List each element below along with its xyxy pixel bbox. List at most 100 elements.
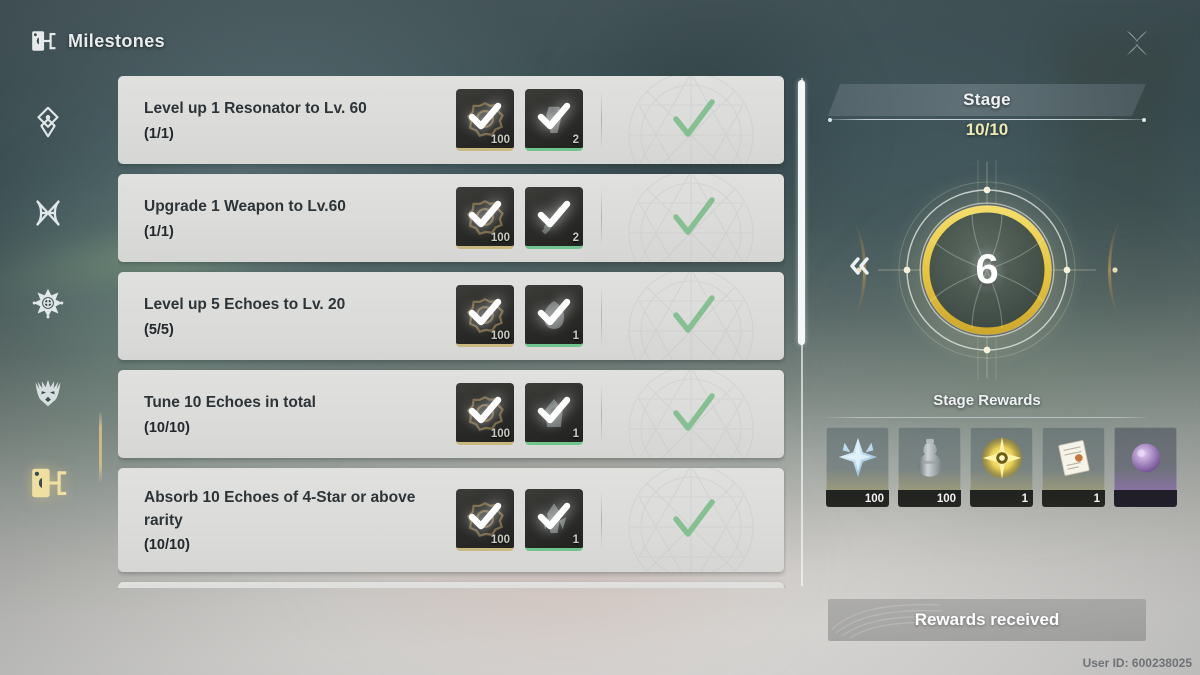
stage-reward-art — [1042, 430, 1105, 486]
claimed-check-icon — [468, 103, 502, 130]
stage-reward-item[interactable]: 100 — [826, 427, 889, 507]
task-list[interactable]: Level up 1 Resonator to Lv. 60 (1/1) 100 … — [118, 76, 786, 588]
claimed-check-icon — [468, 299, 502, 326]
task-reward-list: 100 2 — [456, 89, 583, 151]
stage-reward-item[interactable] — [1114, 427, 1177, 507]
task-card[interactable]: Level up 5 Echoes to Lv. 20 (5/5) 100 1 — [118, 272, 784, 360]
task-card-content: Level up 5 Echoes to Lv. 20 (5/5) 100 1 — [118, 272, 784, 360]
task-title: Tune 10 Echoes in total — [144, 394, 316, 412]
task-card[interactable] — [118, 582, 784, 588]
header-bar: Milestones — [0, 0, 1200, 88]
task-reward-list: 100 1 — [456, 383, 583, 445]
task-reward-quantity: 2 — [572, 232, 579, 244]
stage-prev-button[interactable] — [838, 245, 880, 287]
stage-count: 10/10 — [965, 120, 1009, 139]
stage-reward-quantity: 1 — [1021, 492, 1028, 505]
task-complete-check-icon — [673, 393, 715, 431]
compass-star-icon — [32, 288, 63, 319]
task-progress: (1/1) — [144, 125, 174, 142]
sidebar-item-milestones[interactable] — [0, 438, 95, 528]
task-reward-item[interactable]: 100 — [456, 383, 514, 445]
task-title: Level up 5 Echoes to Lv. 20 — [144, 296, 346, 314]
milestones-icon — [32, 31, 56, 51]
task-complete-check-icon — [673, 197, 715, 235]
task-card-content: Upgrade 1 Weapon to Lv.60 (1/1) 100 2 — [118, 174, 784, 262]
task-reward-list: 100 1 — [456, 285, 583, 347]
stage-reward-art — [1114, 430, 1177, 486]
task-reward-quantity: 100 — [490, 534, 510, 546]
stage-rewards-list[interactable]: 100 100 1 1 — [826, 427, 1200, 513]
task-card[interactable]: Upgrade 1 Weapon to Lv.60 (1/1) 100 2 — [118, 174, 784, 262]
sidebar-item-exploration[interactable] — [0, 258, 95, 348]
stage-reward-art — [970, 430, 1033, 486]
stage-reward-item[interactable]: 1 — [1042, 427, 1105, 507]
task-progress: (10/10) — [144, 536, 190, 553]
task-reward-quantity: 100 — [490, 134, 510, 146]
task-reward-item[interactable]: 100 — [456, 187, 514, 249]
close-button[interactable] — [1116, 22, 1158, 64]
task-status-badge — [602, 192, 784, 244]
task-reward-item[interactable]: 1 — [525, 489, 583, 551]
task-reward-item[interactable]: 1 — [525, 285, 583, 347]
claimed-check-icon — [537, 397, 571, 424]
close-icon — [1126, 30, 1148, 56]
sidebar-rail — [0, 78, 95, 638]
task-complete-check-icon — [673, 99, 715, 137]
task-reward-item[interactable]: 1 — [525, 383, 583, 445]
task-reward-item[interactable]: 100 — [456, 89, 514, 151]
task-reward-quantity: 1 — [572, 428, 579, 440]
claimed-check-icon — [537, 299, 571, 326]
stage-rewards-divider — [828, 417, 1146, 418]
claimed-check-icon — [468, 201, 502, 228]
task-text-column: Level up 5 Echoes to Lv. 20 (5/5) — [144, 294, 444, 337]
astrite-star-icon — [838, 437, 877, 478]
task-reward-list: 100 2 — [456, 187, 583, 249]
sidebar-item-quests[interactable] — [0, 78, 95, 168]
task-reward-quantity: 100 — [490, 428, 510, 440]
stage-reward-item[interactable]: 1 — [970, 427, 1033, 507]
task-text-column: Upgrade 1 Weapon to Lv.60 (1/1) — [144, 196, 444, 239]
purple-orb-icon — [1131, 443, 1160, 473]
stage-rewards-title: Stage Rewards — [933, 392, 1041, 409]
task-card-content: Absorb 10 Echoes of 4-Star or above rari… — [118, 468, 784, 572]
double-chevron-left-icon — [850, 257, 869, 275]
task-title: Upgrade 1 Weapon to Lv.60 — [144, 198, 346, 216]
claimed-check-icon — [537, 503, 571, 530]
stage-reward-quantity: 100 — [936, 492, 956, 505]
task-reward-item[interactable]: 100 — [456, 285, 514, 347]
task-reward-list: 100 1 — [456, 489, 583, 551]
task-reward-item[interactable]: 100 — [456, 489, 514, 551]
crossed-blades-icon — [35, 200, 60, 226]
stage-reward-qty-bar: 100 — [898, 490, 961, 507]
task-reward-item[interactable]: 2 — [525, 89, 583, 151]
user-id-text: User ID: 600238025 — [1082, 656, 1192, 670]
sidebar-item-combat[interactable] — [0, 168, 95, 258]
task-card[interactable]: Tune 10 Echoes in total (10/10) 100 1 — [118, 370, 784, 458]
stage-reward-art — [898, 430, 961, 486]
gourd-flask-icon — [917, 438, 942, 477]
task-card-content: Tune 10 Echoes in total (10/10) 100 1 — [118, 370, 784, 458]
claimed-check-icon — [468, 397, 502, 424]
milestones-screen: Milestones Level up 1 Resonator to Lv. 6… — [0, 0, 1200, 675]
task-status-badge — [602, 290, 784, 342]
page-title-text: Milestones — [68, 30, 166, 51]
task-reward-quantity: 1 — [572, 534, 579, 546]
rewards-received-button[interactable]: Rewards received — [828, 599, 1146, 641]
sun-burst-icon — [981, 436, 1022, 480]
task-text-column: Level up 1 Resonator to Lv. 60 (1/1) — [144, 98, 444, 141]
stage-reward-item[interactable]: 100 — [898, 427, 961, 507]
task-text-column: Absorb 10 Echoes of 4-Star or above rari… — [144, 487, 444, 553]
task-list-scroll-thumb[interactable] — [798, 80, 805, 345]
stage-banner: Stage — [828, 84, 1146, 116]
task-card[interactable]: Level up 1 Resonator to Lv. 60 (1/1) 100 … — [118, 76, 784, 164]
stage-reward-qty-bar — [1114, 490, 1177, 507]
task-reward-quantity: 100 — [490, 330, 510, 342]
sidebar-item-bestiary[interactable] — [0, 348, 95, 438]
demon-mask-icon — [35, 379, 60, 407]
task-reward-item[interactable]: 2 — [525, 187, 583, 249]
task-title: Level up 1 Resonator to Lv. 60 — [144, 100, 367, 118]
task-progress: (10/10) — [144, 419, 190, 436]
stage-panel: Stage 10/10 6 Stage Rewards 100 100 1 1 … — [820, 0, 1200, 675]
stage-reward-qty-bar: 1 — [1042, 490, 1105, 507]
task-card[interactable]: Absorb 10 Echoes of 4-Star or above rari… — [118, 468, 784, 572]
